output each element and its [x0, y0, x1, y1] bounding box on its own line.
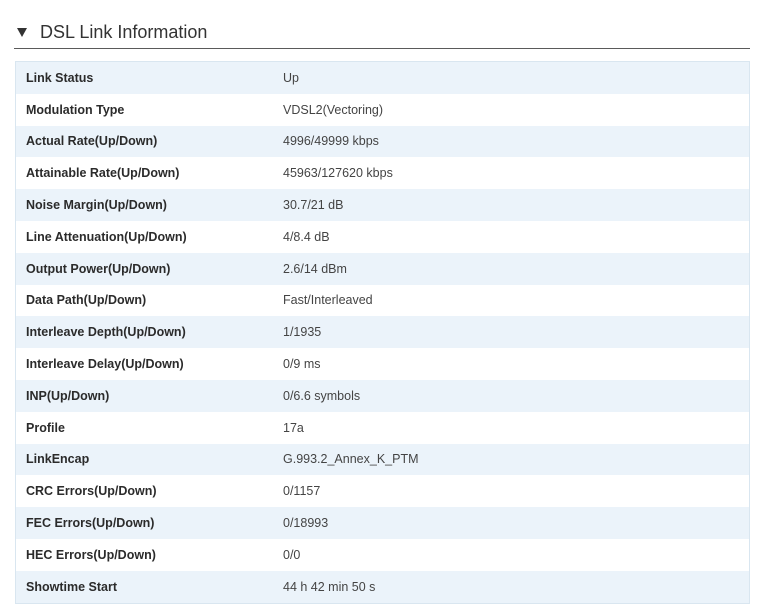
- row-value: Up: [283, 70, 299, 85]
- section-title: DSL Link Information: [40, 22, 208, 42]
- row-value: 4996/49999 kbps: [283, 134, 379, 149]
- row-value: 0/9 ms: [283, 357, 321, 372]
- table-row: CRC Errors(Up/Down) 0/1157: [16, 475, 749, 508]
- row-label: CRC Errors(Up/Down): [26, 484, 157, 499]
- row-label: Showtime Start: [26, 579, 117, 594]
- row-value: 0/6.6 symbols: [283, 388, 361, 403]
- row-value: 4/8.4 dB: [283, 229, 330, 244]
- row-value: 0/1157: [283, 484, 321, 499]
- table-row: Output Power(Up/Down) 2.6/14 dBm: [16, 252, 749, 285]
- row-value: 2.6/14 dBm: [283, 261, 347, 276]
- dsl-info-table: Link Status Up Modulation Type VDSL2(Vec…: [15, 61, 750, 604]
- row-label: Link Status: [26, 70, 94, 85]
- row-label: INP(Up/Down): [26, 388, 110, 403]
- row-value: 17a: [283, 420, 304, 435]
- table-row: Line Attenuation(Up/Down) 4/8.4 dB: [16, 220, 749, 253]
- table-row: Data Path(Up/Down) Fast/Interleaved: [16, 284, 749, 317]
- row-value: 45963/127620 kbps: [283, 166, 393, 181]
- row-value: 1/1935: [283, 325, 322, 340]
- row-value: 0/0: [283, 547, 301, 562]
- table-row: LinkEncap G.993.2_Annex_K_PTM: [16, 443, 749, 476]
- table-row: Attainable Rate(Up/Down) 45963/127620 kb…: [16, 157, 749, 190]
- row-label: Line Attenuation(Up/Down): [26, 229, 187, 244]
- row-label: Output Power(Up/Down): [26, 261, 171, 276]
- row-label: Interleave Depth(Up/Down): [26, 325, 186, 340]
- row-label: FEC Errors(Up/Down): [26, 516, 155, 531]
- row-label: Attainable Rate(Up/Down): [26, 166, 180, 181]
- row-value: Fast/Interleaved: [283, 293, 373, 308]
- row-value: 0/18993: [283, 516, 329, 531]
- table-row: Modulation Type VDSL2(Vectoring): [16, 93, 749, 126]
- table-row: Profile 17a: [16, 411, 749, 444]
- row-label: Actual Rate(Up/Down): [26, 134, 158, 149]
- table-row: HEC Errors(Up/Down) 0/0: [16, 538, 749, 571]
- row-label: Interleave Delay(Up/Down): [26, 357, 184, 372]
- table-row: Showtime Start 44 h 42 min 50 s: [16, 570, 749, 603]
- row-value: 30.7/21 dB: [283, 198, 344, 213]
- row-label: Noise Margin(Up/Down): [26, 198, 167, 213]
- table-row: Noise Margin(Up/Down) 30.7/21 dB: [16, 189, 749, 221]
- table-row: Actual Rate(Up/Down) 4996/49999 kbps: [16, 125, 749, 158]
- row-label: Data Path(Up/Down): [26, 293, 147, 308]
- row-label: Profile: [26, 420, 65, 435]
- section-header[interactable]: DSL Link Information: [14, 14, 750, 49]
- row-label: Modulation Type: [26, 102, 125, 117]
- table-row: INP(Up/Down) 0/6.6 symbols: [16, 379, 749, 412]
- row-value: VDSL2(Vectoring): [283, 102, 384, 117]
- triangle-down-icon[interactable]: [17, 28, 27, 37]
- row-value: 44 h 42 min 50 s: [283, 579, 376, 594]
- row-label: HEC Errors(Up/Down): [26, 547, 156, 562]
- table-row: Link Status Up: [16, 62, 749, 94]
- table-row: Interleave Delay(Up/Down) 0/9 ms: [16, 348, 749, 380]
- table-row: Interleave Depth(Up/Down) 1/1935: [16, 316, 749, 349]
- table-row: FEC Errors(Up/Down) 0/18993: [16, 507, 749, 539]
- row-value: G.993.2_Annex_K_PTM: [283, 452, 419, 467]
- row-label: LinkEncap: [26, 452, 90, 467]
